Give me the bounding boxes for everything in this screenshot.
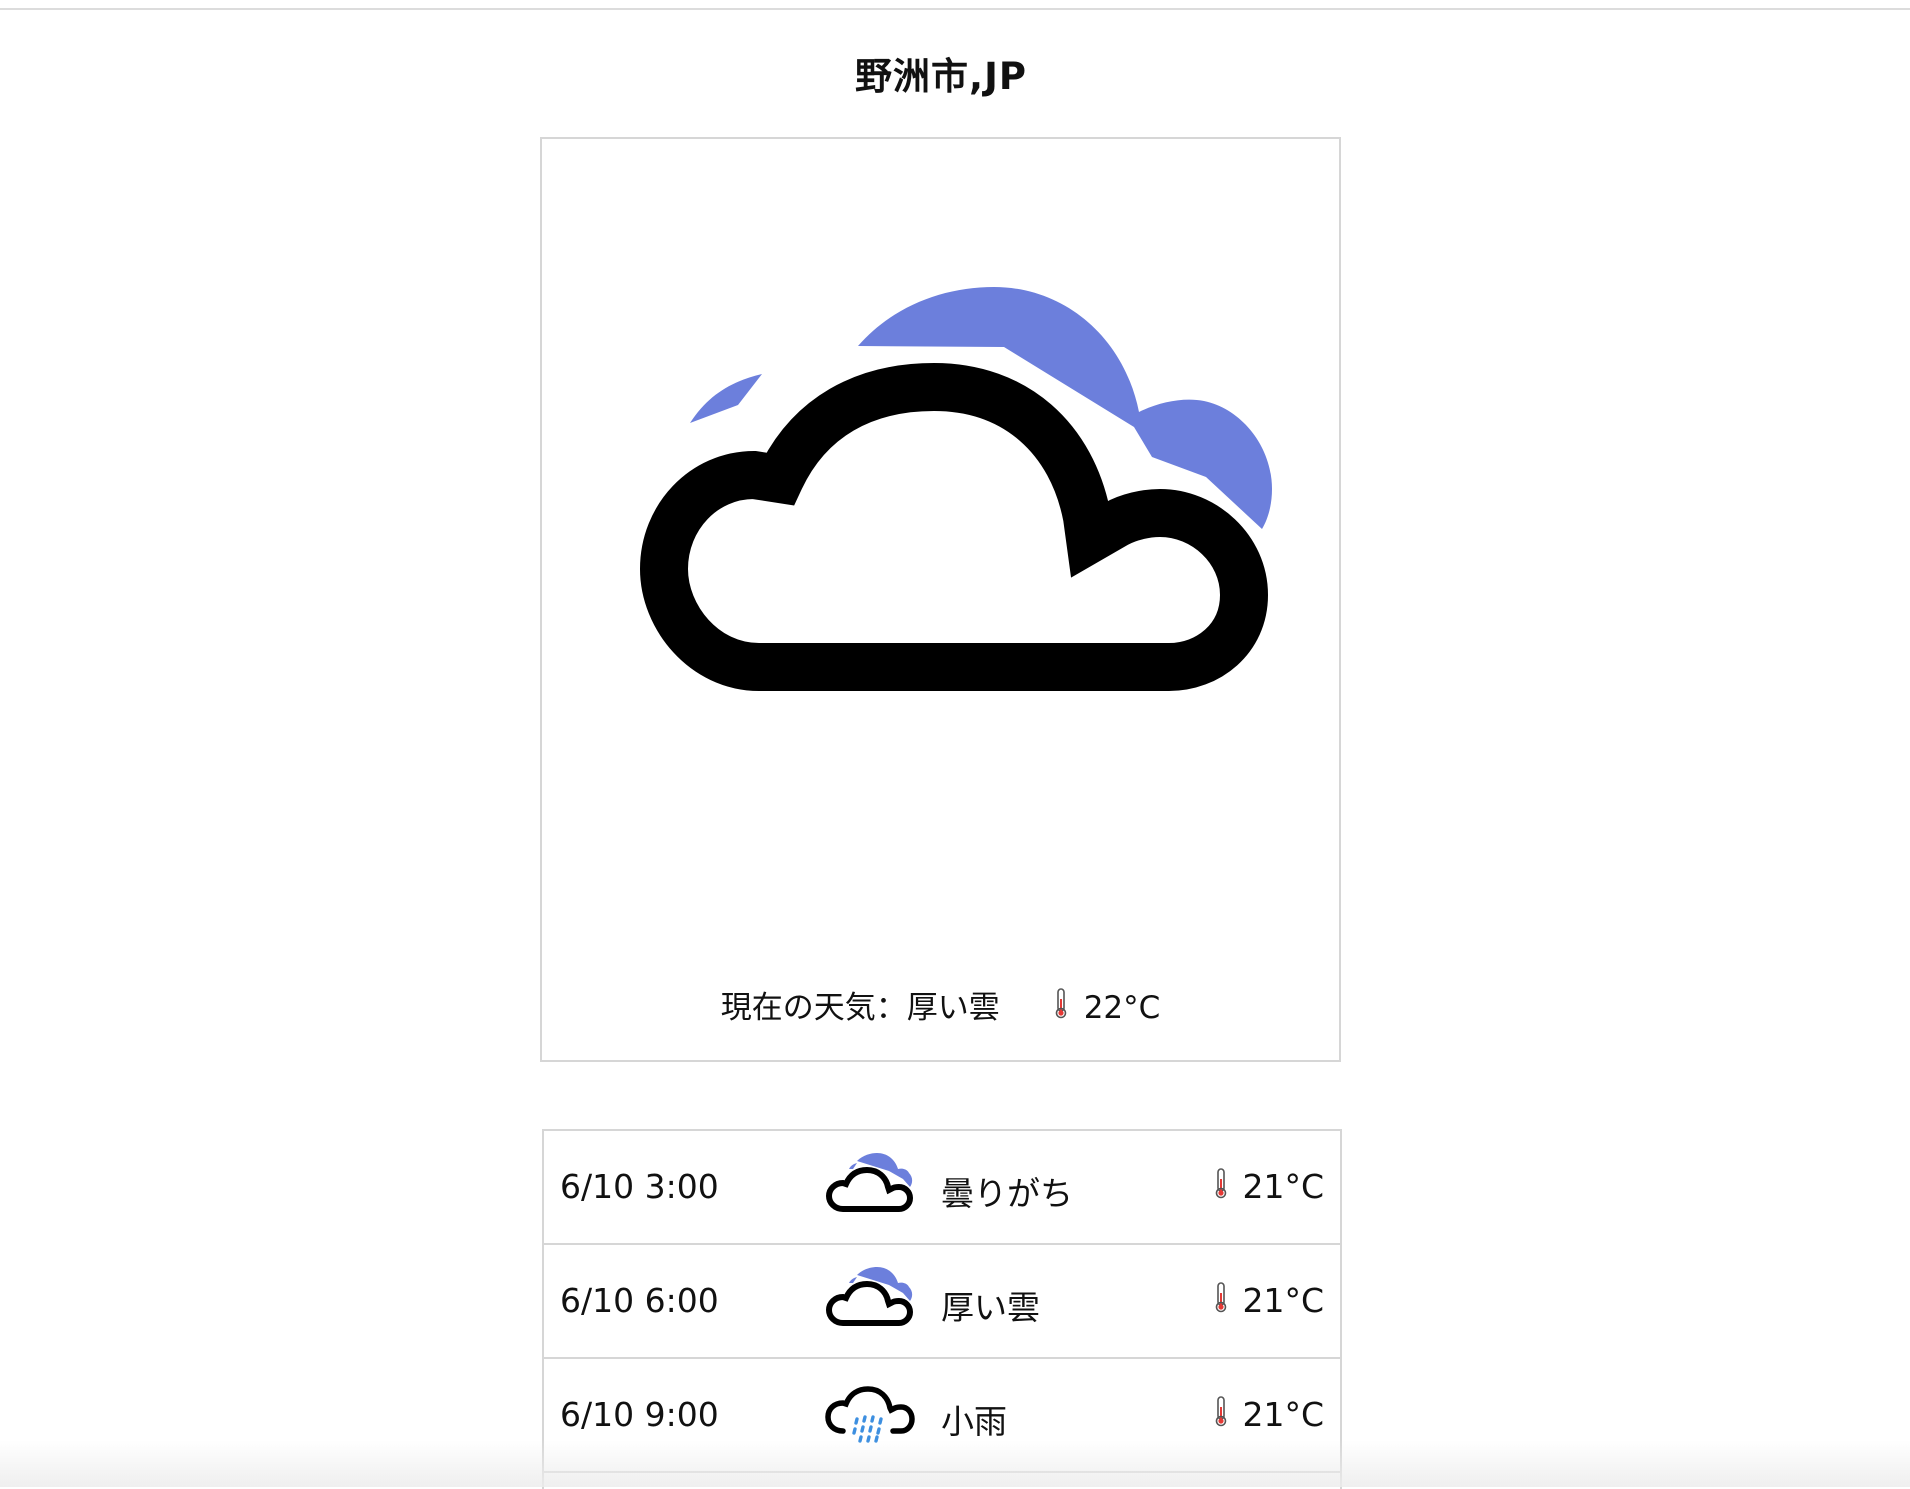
forecast-row: 6/10 9:00 小雨 21°C — [544, 1359, 1340, 1473]
city-title: 野洲市,JP — [855, 55, 1027, 98]
forecast-temperature: 21°C — [1242, 1395, 1324, 1434]
broken-clouds-icon — [639, 287, 1272, 691]
light-rain-icon — [825, 1386, 915, 1443]
forecast-description: 小雨 — [941, 1402, 1007, 1441]
forecast-temperature-group: 21°C — [1212, 1281, 1324, 1323]
forecast-description: 厚い雲 — [941, 1288, 1040, 1327]
forecast-time: 6/10 9:00 — [560, 1395, 719, 1434]
forecast-time: 6/10 6:00 — [560, 1281, 719, 1320]
forecast-description: 曇りがち — [941, 1174, 1073, 1213]
forecast-row: 6/10 6:00 厚い雲 21°C — [544, 1245, 1340, 1359]
forecast-row: 6/10 3:00 曇りがち 21°C — [544, 1131, 1340, 1245]
current-weather-card: 現在の天気：厚い雲 22°C — [540, 137, 1341, 1062]
forecast-time: 6/10 3:00 — [560, 1167, 719, 1206]
current-weather-label: 現在の天気：厚い雲 — [720, 990, 1000, 1026]
thermometer-icon — [1212, 1281, 1230, 1321]
thermometer-icon — [1052, 987, 1070, 1027]
back-cloud-shape — [690, 374, 762, 423]
forecast-temperature-group: 21°C — [1212, 1395, 1324, 1437]
top-divider — [0, 8, 1910, 10]
forecast-temperature: 21°C — [1242, 1167, 1324, 1206]
current-weather-line: 現在の天気：厚い雲 22°C — [542, 982, 1339, 1030]
broken-clouds-icon — [825, 1267, 914, 1326]
broken-clouds-icon — [825, 1153, 914, 1212]
thermometer-icon — [1212, 1395, 1230, 1435]
thermometer-icon — [1212, 1167, 1230, 1207]
forecast-table: 6/10 3:00 曇りがち 21°C 6/10 6:00 厚い雲 21°C 6… — [542, 1129, 1342, 1489]
forecast-temperature-group: 21°C — [1212, 1167, 1324, 1209]
forecast-temperature: 21°C — [1242, 1281, 1324, 1320]
current-temperature: 22°C — [1083, 990, 1161, 1026]
